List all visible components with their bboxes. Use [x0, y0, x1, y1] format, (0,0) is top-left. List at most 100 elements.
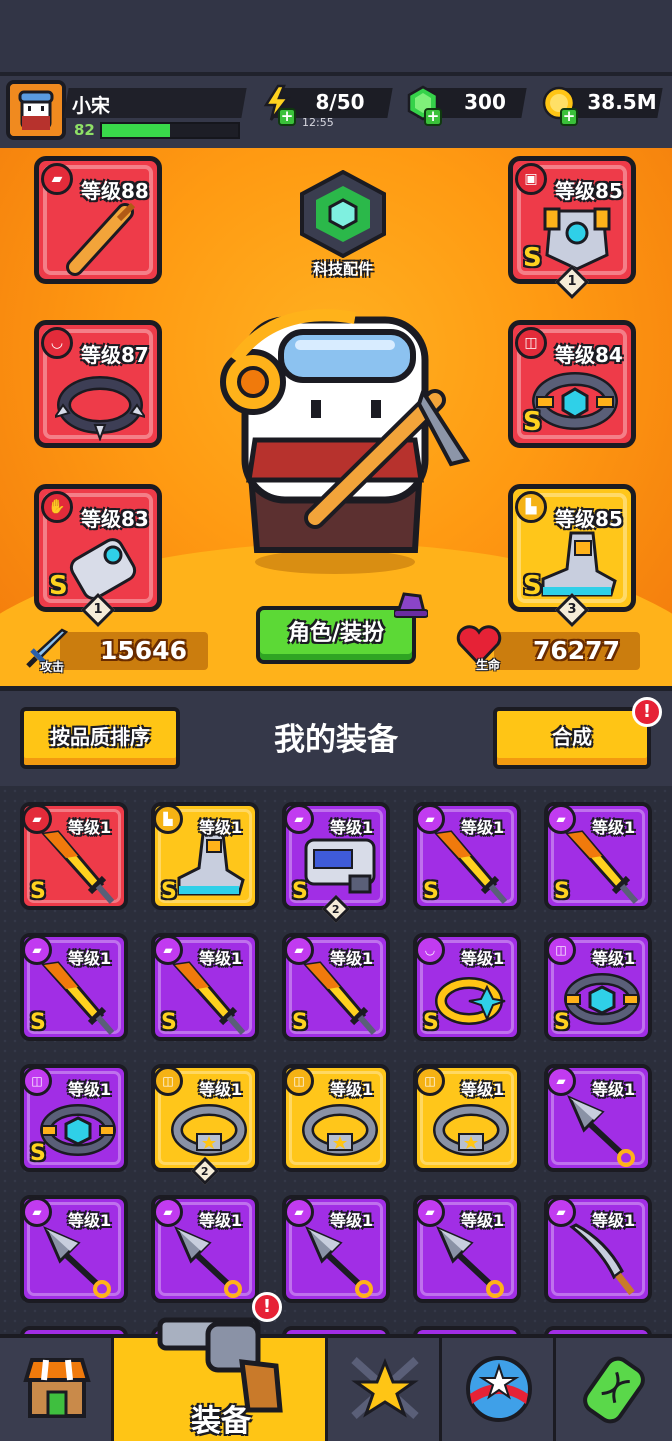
status-bar — [0, 0, 672, 72]
item-type-icon: ▰ — [284, 935, 314, 965]
xp-bar-fill — [102, 124, 170, 137]
item-level: 等级1 — [330, 818, 374, 837]
equipment-grid: ▰ 等级1 S ▙ 等级1 S ▰ 等级1 S 2 ▰ 等级1 S ▰ 等级1 S ▰ 等级1 S ▰ 等级1 S ▰ 等级1… — [0, 786, 672, 1334]
item-level: 等级1 — [461, 1211, 505, 1230]
bat-icon — [66, 202, 136, 276]
equipment-item[interactable]: ▰ 等级1 S — [544, 802, 652, 910]
equipment-item-partial[interactable] — [544, 1326, 652, 1334]
armor-icon — [304, 838, 376, 894]
role-costume-button[interactable]: 角色/装扮 — [256, 606, 416, 664]
sword-icon — [41, 830, 115, 904]
tab-shop[interactable] — [0, 1338, 114, 1441]
item-type-icon: ▰ — [153, 1197, 183, 1227]
item-grade: S — [161, 879, 177, 904]
star-belt-icon — [433, 1104, 509, 1156]
glove-type-icon: ✋ — [41, 491, 73, 523]
add-coins-button[interactable]: + — [560, 108, 578, 126]
item-grade: S — [554, 879, 570, 904]
slot-necklace-level: 等级87 — [81, 343, 149, 367]
belt-type-icon: ◫ — [515, 327, 547, 359]
slot-belt-grade: S — [523, 407, 542, 437]
equipment-item[interactable]: ▰ 等级1 S — [20, 802, 128, 910]
equipment-item[interactable]: ▙ 等级1 S — [151, 802, 259, 910]
item-type-icon: ▰ — [546, 1197, 576, 1227]
item-level: 等级1 — [461, 949, 505, 968]
item-type-icon: ◫ — [415, 1066, 445, 1096]
equipment-item[interactable]: ▰ 等级1 S — [20, 933, 128, 1041]
equipment-title: 我的装备 — [274, 722, 398, 758]
item-grade: S — [423, 1010, 439, 1035]
tech-belt-icon — [532, 372, 618, 430]
item-level: 等级1 — [199, 949, 243, 968]
item-level: 等级1 — [330, 949, 374, 968]
item-grade: S — [423, 879, 439, 904]
equipment-item[interactable]: ▰ 等级1 — [413, 1195, 521, 1303]
equipment-item[interactable]: ▰ 等级1 S — [282, 933, 390, 1041]
equipment-item-partial[interactable] — [20, 1326, 128, 1334]
sword-icon — [172, 961, 246, 1035]
attack-value: 15646 — [100, 636, 187, 665]
equipment-item[interactable]: ◫ 等级1 — [282, 1064, 390, 1172]
necklace-type-icon: ◡ — [41, 327, 73, 359]
equipment-item[interactable]: ▰ 等级1 — [151, 1195, 259, 1303]
item-type-icon: ▙ — [153, 804, 183, 834]
armor-type-icon: ▣ — [515, 163, 547, 195]
slot-weapon[interactable]: ▰ 等级88 — [34, 156, 162, 284]
slot-gloves[interactable]: ✋ 等级83 S 1 — [34, 484, 162, 627]
star-orb-icon — [466, 1356, 532, 1422]
hp-value: 76277 — [533, 636, 620, 665]
equipment-item-partial[interactable] — [282, 1326, 390, 1334]
slot-necklace[interactable]: ◡ 等级87 — [34, 320, 162, 448]
item-type-icon: ◫ — [546, 935, 576, 965]
add-gems-button[interactable]: + — [424, 108, 442, 126]
energy-value: 8/50 — [315, 90, 365, 114]
equipment-item[interactable]: ▰ 等级1 S — [151, 933, 259, 1041]
equipment-item[interactable]: ▰ 等级1 — [544, 1195, 652, 1303]
equipment-item[interactable]: ◫ 等级1 S — [20, 1064, 128, 1172]
sword-icon — [303, 961, 377, 1035]
item-type-icon: ▰ — [153, 935, 183, 965]
kunai-icon — [43, 1226, 111, 1298]
sword-icon — [434, 830, 508, 904]
item-level: 等级1 — [68, 1080, 112, 1099]
equipment-item[interactable]: ◫ 等级1 2 — [151, 1064, 259, 1186]
kunai-icon — [567, 1095, 635, 1167]
equipment-item-partial[interactable] — [413, 1326, 521, 1334]
avatar[interactable] — [6, 80, 66, 140]
item-grade: S — [554, 1010, 570, 1035]
equipment-item[interactable]: ▰ 等级1 S 2 — [282, 802, 390, 924]
equipment-item[interactable]: ▰ 等级1 — [544, 1064, 652, 1172]
merge-button[interactable]: 合成 — [493, 707, 651, 769]
slot-boots[interactable]: ▙ 等级85 S 3 — [508, 484, 636, 627]
equipment-item[interactable]: ▰ 等级1 — [282, 1195, 390, 1303]
item-type-icon: ▰ — [22, 804, 52, 834]
equipment-item[interactable]: ◫ 等级1 S — [544, 933, 652, 1041]
item-level: 等级1 — [199, 818, 243, 837]
hero-character — [220, 309, 471, 574]
equipment-item[interactable]: ▰ 等级1 S — [413, 802, 521, 910]
equipment-item[interactable]: ◫ 等级1 — [413, 1064, 521, 1172]
equipment-item[interactable]: ◡ 等级1 S — [413, 933, 521, 1041]
tab-lab[interactable] — [556, 1338, 672, 1441]
gems-value: 300 — [464, 90, 506, 114]
slot-belt[interactable]: ◫ 等级84 S — [508, 320, 636, 448]
item-level: 等级1 — [592, 949, 636, 968]
tech-accessory-icon[interactable] — [296, 170, 390, 258]
item-level: 等级1 — [330, 1211, 374, 1230]
tab-orbs[interactable] — [442, 1338, 556, 1441]
item-type-icon: ▰ — [546, 1066, 576, 1096]
item-type-icon: ◡ — [415, 935, 445, 965]
item-type-icon: ▰ — [284, 1197, 314, 1227]
item-grade: S — [161, 1010, 177, 1035]
spiked-collar-icon — [55, 376, 145, 441]
item-grade: S — [30, 879, 46, 904]
player-name: 小宋 — [72, 95, 111, 117]
kunai-icon — [174, 1226, 242, 1298]
slot-armor[interactable]: ▣ 等级85 S 1 — [508, 156, 636, 299]
sort-by-quality-button[interactable]: 按品质排序 — [20, 707, 180, 769]
tab-talents[interactable] — [328, 1338, 442, 1441]
armor-icon — [543, 207, 611, 271]
slot-armor-grade: S — [523, 243, 542, 273]
equipment-item[interactable]: ▰ 等级1 — [20, 1195, 128, 1303]
add-energy-button[interactable]: + — [278, 108, 296, 126]
